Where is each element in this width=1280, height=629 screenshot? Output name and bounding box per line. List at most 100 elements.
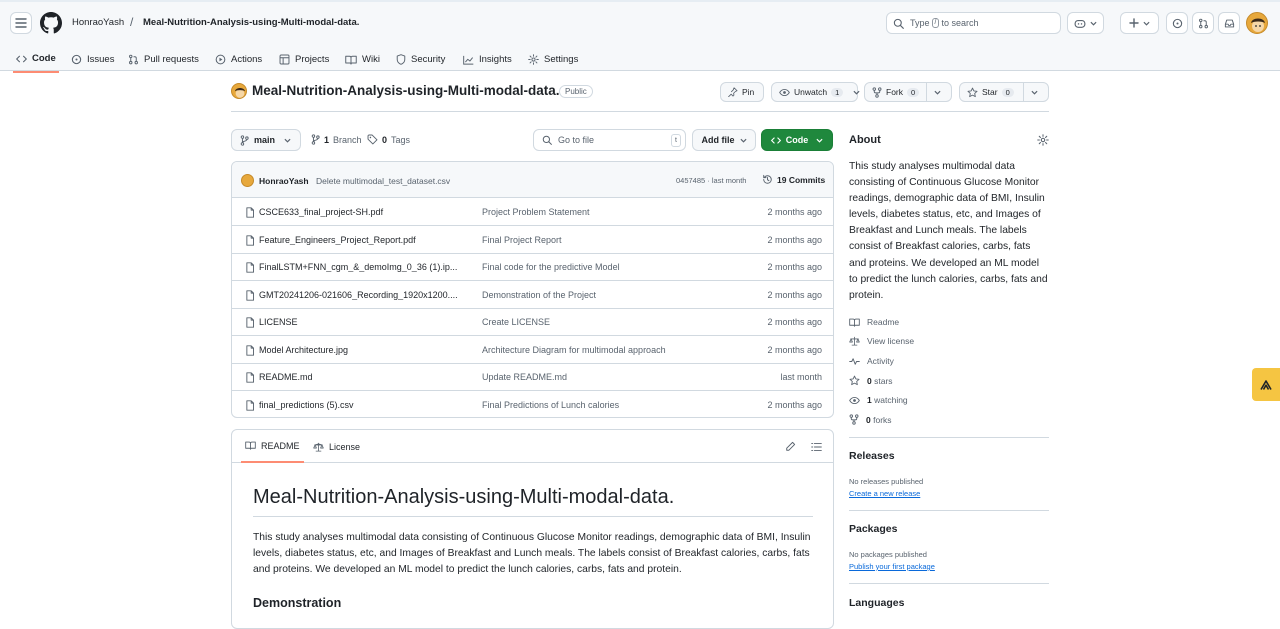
- pin-button[interactable]: Pin: [720, 82, 764, 102]
- branch-icon: [311, 134, 320, 145]
- readme-section-heading: Demonstration: [253, 596, 342, 610]
- table-row[interactable]: LICENSE Create LICENSE 2 months ago: [232, 309, 833, 336]
- global-header: HonraoYash / Meal-Nutrition-Analysis-usi…: [0, 0, 1280, 73]
- fork-icon: [872, 86, 882, 98]
- tag-icon: [367, 134, 378, 145]
- graph-icon: [463, 55, 474, 65]
- pin-label: Pin: [742, 87, 755, 97]
- file-name[interactable]: LICENSE: [259, 317, 464, 327]
- file-name[interactable]: Model Architecture.jpg: [259, 345, 464, 355]
- table-row[interactable]: FinalLSTM+FNN_cgm_&_demoImg_0_36 (1).ip.…: [232, 254, 833, 281]
- breadcrumb-owner[interactable]: HonraoYash: [72, 17, 124, 28]
- tab-projects[interactable]: Projects: [276, 46, 332, 73]
- tab-settings-label: Settings: [544, 54, 579, 65]
- file-commit-message[interactable]: Final code for the predictive Model: [482, 262, 620, 272]
- watch-button[interactable]: Unwatch 1: [771, 82, 860, 102]
- file-name[interactable]: FinalLSTM+FNN_cgm_&_demoImg_0_36 (1).ip.…: [259, 262, 464, 272]
- tab-code[interactable]: Code: [13, 46, 59, 73]
- table-row[interactable]: CSCE633_final_project-SH.pdf Project Prob…: [232, 199, 833, 226]
- extension-button[interactable]: [1252, 368, 1280, 401]
- tab-pull-requests[interactable]: Pull requests: [125, 46, 202, 73]
- releases-heading[interactable]: Releases: [849, 450, 895, 462]
- fork-button[interactable]: Fork 0: [864, 82, 952, 102]
- tab-settings[interactable]: Settings: [525, 46, 581, 73]
- star-button[interactable]: Star 0: [959, 82, 1049, 102]
- user-avatar[interactable]: [1246, 12, 1268, 34]
- file-icon: [246, 207, 255, 218]
- commit-author[interactable]: HonraoYash: [259, 176, 309, 186]
- tab-actions[interactable]: Actions: [212, 46, 265, 73]
- copilot-button[interactable]: [1067, 12, 1104, 34]
- file-name[interactable]: final_predictions (5).csv: [259, 400, 464, 410]
- tab-readme[interactable]: README: [241, 430, 304, 463]
- chevron-down-icon: [1143, 21, 1150, 26]
- global-search-input[interactable]: Type / to search: [886, 12, 1061, 34]
- tab-wiki[interactable]: Wiki: [342, 46, 383, 73]
- breadcrumb-repo[interactable]: Meal-Nutrition-Analysis-using-Multi-moda…: [143, 17, 359, 28]
- forks-link[interactable]: 0 forks: [849, 414, 892, 425]
- table-row[interactable]: final_predictions (5).csv Final Predictio…: [232, 392, 833, 418]
- file-name[interactable]: README.md: [259, 372, 464, 382]
- tab-security-label: Security: [411, 54, 446, 65]
- file-name[interactable]: CSCE633_final_project-SH.pdf: [259, 207, 464, 217]
- add-file-button[interactable]: Add file: [692, 129, 756, 151]
- tab-insights-label: Insights: [479, 54, 512, 65]
- file-commit-message[interactable]: Project Problem Statement: [482, 207, 590, 217]
- branch-selector[interactable]: main: [231, 129, 301, 151]
- repo-header: Meal-Nutrition-Analysis-using-Multi-moda…: [231, 82, 1049, 112]
- issues-button[interactable]: [1166, 12, 1188, 34]
- tab-insights[interactable]: Insights: [460, 46, 515, 73]
- file-commit-message[interactable]: Final Project Report: [482, 235, 562, 245]
- tags-label: Tags: [391, 134, 411, 145]
- branches-label: Branch: [333, 134, 362, 145]
- create-release-link[interactable]: Create a new release: [849, 489, 920, 498]
- commit-author-avatar[interactable]: [241, 174, 254, 187]
- tab-readme-label: README: [261, 440, 300, 451]
- avatar-face-icon: [1251, 18, 1265, 32]
- publish-package-link[interactable]: Publish your first package: [849, 562, 935, 571]
- file-commit-message[interactable]: Final Predictions of Lunch calories: [482, 400, 619, 410]
- commit-sha-age[interactable]: 0457485 · last month: [676, 176, 746, 185]
- watching-link[interactable]: 1 watching: [849, 395, 908, 405]
- commits-link[interactable]: 19 Commits: [762, 174, 825, 185]
- branches-link[interactable]: 1 Branch: [311, 134, 362, 145]
- avatar-face-icon: [234, 88, 246, 98]
- gear-icon[interactable]: [1037, 134, 1049, 146]
- repo-title[interactable]: Meal-Nutrition-Analysis-using-Multi-moda…: [252, 83, 560, 98]
- edit-pencil-icon[interactable]: [785, 441, 796, 452]
- file-commit-message[interactable]: Demonstration of the Project: [482, 290, 596, 300]
- add-file-label: Add file: [701, 135, 735, 145]
- table-row[interactable]: README.md Update README.md last month: [232, 364, 833, 391]
- activity-link[interactable]: Activity: [849, 356, 894, 366]
- repo-owner-avatar[interactable]: [231, 83, 247, 99]
- inbox-button[interactable]: [1218, 12, 1240, 34]
- table-row[interactable]: GMT20241206-021606_Recording_1920x1200..…: [232, 282, 833, 309]
- table-row[interactable]: Model Architecture.jpg Architecture Diagr…: [232, 337, 833, 364]
- file-name[interactable]: Feature_Engineers_Project_Report.pdf: [259, 235, 464, 245]
- create-new-button[interactable]: [1120, 12, 1159, 34]
- pull-requests-button[interactable]: [1192, 12, 1214, 34]
- file-commit-message[interactable]: Update README.md: [482, 372, 567, 382]
- file-commit-message[interactable]: Architecture Diagram for multimodal appr…: [482, 345, 666, 355]
- tab-license[interactable]: License: [309, 430, 364, 463]
- plus-icon: [1129, 18, 1139, 28]
- file-name[interactable]: GMT20241206-021606_Recording_1920x1200..…: [259, 290, 464, 300]
- tab-security[interactable]: Security: [393, 46, 448, 73]
- packages-heading[interactable]: Packages: [849, 523, 897, 535]
- fork-label: Fork: [886, 87, 903, 97]
- go-to-file-input[interactable]: Go to file t: [533, 129, 686, 151]
- file-age: 2 months ago: [767, 289, 822, 300]
- watch-label: Unwatch: [794, 87, 828, 97]
- outline-list-icon[interactable]: [811, 442, 822, 452]
- code-dropdown-button[interactable]: Code: [761, 129, 833, 151]
- license-link[interactable]: View license: [849, 336, 914, 346]
- file-commit-message[interactable]: Create LICENSE: [482, 317, 550, 327]
- github-logo-icon[interactable]: [40, 12, 62, 34]
- readme-link[interactable]: Readme: [849, 317, 899, 327]
- tags-link[interactable]: 0 Tags: [367, 134, 410, 145]
- tab-issues[interactable]: Issues: [68, 46, 117, 73]
- stars-link[interactable]: 0 stars: [849, 375, 893, 386]
- commit-message[interactable]: Delete multimodal_test_dataset.csv: [316, 176, 450, 186]
- menu-button[interactable]: [10, 12, 32, 34]
- table-row[interactable]: Feature_Engineers_Project_Report.pdf Fina…: [232, 227, 833, 254]
